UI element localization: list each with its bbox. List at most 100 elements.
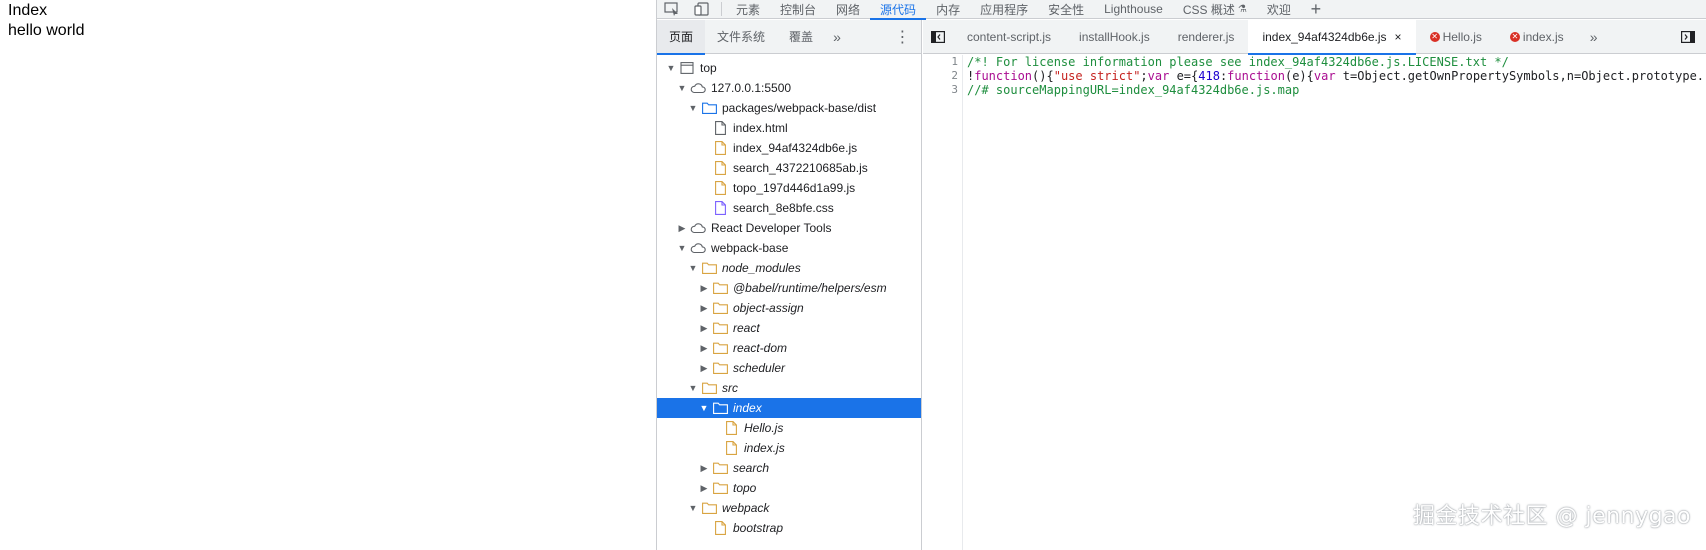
tree-item[interactable]: ▼ packages/webpack-base/dist <box>657 98 921 118</box>
main-tab[interactable]: 应用程序 <box>970 0 1038 19</box>
main-tab[interactable]: 网络 <box>826 0 870 19</box>
code-lines[interactable]: /*! For license information please see i… <box>967 55 1706 550</box>
more-editor-tabs-chevron-icon[interactable]: » <box>1582 20 1606 54</box>
navigator-tab[interactable]: 页面 <box>657 19 706 55</box>
main-tab[interactable]: 欢迎 <box>1257 0 1301 19</box>
experimental-flask-icon: ⚗ <box>1237 3 1247 15</box>
watermark-text: 掘金技术社区 @ jennygao <box>1413 504 1691 529</box>
line-number[interactable]: 3 <box>923 83 962 97</box>
expand-arrow-right-icon[interactable]: ▶ <box>676 222 688 234</box>
code-token: "use strict" <box>1053 69 1141 83</box>
tree-item[interactable]: ▼ src <box>657 378 921 398</box>
expand-arrow-right-icon[interactable]: ▶ <box>698 462 710 474</box>
tree-item[interactable]: ▶bootstrap <box>657 518 921 538</box>
expand-arrow-down-icon[interactable]: ▼ <box>676 242 688 254</box>
tree-item[interactable]: ▶index.js <box>657 438 921 458</box>
code-token: //# sourceMappingURL=index_94af4324db6e.… <box>967 83 1300 97</box>
code-line[interactable]: //# sourceMappingURL=index_94af4324db6e.… <box>967 83 1706 97</box>
expand-arrow-right-icon[interactable]: ▶ <box>698 302 710 314</box>
page-heading: Index <box>8 2 48 19</box>
expand-arrow-down-icon[interactable]: ▼ <box>687 262 699 274</box>
tree-item-label: index <box>733 401 762 415</box>
tree-item-label: index_94af4324db6e.js <box>733 141 858 155</box>
main-tab[interactable]: 内存 <box>926 0 970 19</box>
tree-item[interactable]: ▶topo_197d446d1a99.js <box>657 178 921 198</box>
main-tab[interactable]: 源代码 <box>870 0 927 20</box>
tree-item[interactable]: ▶index.html <box>657 118 921 138</box>
main-tab-label: Lighthouse <box>1104 2 1163 16</box>
line-number[interactable]: 1 <box>923 55 962 69</box>
inspect-element-icon[interactable] <box>657 0 687 19</box>
page-text: hello world <box>8 22 85 39</box>
code-token: t=Object.getOwnPropertySymbols,n=Object.… <box>1335 69 1705 83</box>
expand-arrow-down-icon[interactable]: ▼ <box>687 382 699 394</box>
tree-item[interactable]: ▶ react <box>657 318 921 338</box>
tree-item-label: topo_197d446d1a99.js <box>733 181 856 195</box>
editor-tab[interactable]: ✕ index.js <box>1496 20 1578 54</box>
main-tab[interactable]: CSS 概述 ⚗ <box>1173 0 1257 19</box>
main-tab[interactable]: Lighthouse <box>1094 0 1173 19</box>
tree-item[interactable]: ▶search_4372210685ab.js <box>657 158 921 178</box>
editor-tab[interactable]: index_94af4324db6e.js × <box>1248 19 1416 55</box>
navigator-menu-icon[interactable]: ⋮ <box>891 20 915 54</box>
tree-item[interactable]: ▼ webpack-base <box>657 238 921 258</box>
code-line[interactable]: !function(){"use strict";var e={418:func… <box>967 69 1706 83</box>
editor-tab[interactable]: ✕ Hello.js <box>1416 20 1496 54</box>
expand-arrow-right-icon[interactable]: ▶ <box>698 482 710 494</box>
file-js-icon <box>723 421 739 435</box>
editor-tab[interactable]: renderer.js <box>1164 20 1249 54</box>
more-tabs-chevron-icon[interactable]: » <box>825 20 849 54</box>
tree-item[interactable]: ▶index_94af4324db6e.js <box>657 138 921 158</box>
toggle-debugger-icon[interactable] <box>1675 20 1701 54</box>
tree-item[interactable]: ▶ topo <box>657 478 921 498</box>
file-tree: ▼ top ▼ 127.0.0.1:5500 ▼ packages/webpack-bas… <box>657 54 921 538</box>
expand-arrow-down-icon[interactable]: ▼ <box>665 62 677 74</box>
editor-tab[interactable]: installHook.js <box>1065 20 1164 54</box>
main-tab[interactable]: 安全性 <box>1038 0 1094 19</box>
tree-item[interactable]: ▶ react-dom <box>657 338 921 358</box>
more-tools-plus-icon[interactable]: + <box>1301 0 1331 19</box>
navigator-tabs: 页面 文件系统 覆盖 » ⋮ <box>657 19 921 55</box>
tree-item[interactable]: ▼ node_modules <box>657 258 921 278</box>
tree-item[interactable]: ▼ top <box>657 58 921 78</box>
devtools-main-toolbar: 元素 控制台 网络 源代码 内存 应用程序 安全性 Lighthouse CSS 概述 ⚗ 欢迎 + <box>657 0 1706 20</box>
device-toolbar-icon[interactable] <box>687 0 717 19</box>
editor-tab-label: renderer.js <box>1177 29 1235 44</box>
tree-item[interactable]: ▶Hello.js <box>657 418 921 438</box>
tree-item[interactable]: ▼ index <box>657 398 921 418</box>
navigator-tab[interactable]: 文件系统 <box>705 20 777 54</box>
main-tab[interactable]: 元素 <box>726 0 770 19</box>
main-tab-label: 网络 <box>836 2 861 17</box>
editor-tab[interactable]: content-script.js <box>953 20 1065 54</box>
tree-item[interactable]: ▼ 127.0.0.1:5500 <box>657 78 921 98</box>
tree-item[interactable]: ▶ React Developer Tools <box>657 218 921 238</box>
expand-arrow-right-icon[interactable]: ▶ <box>698 322 710 334</box>
code-area[interactable]: 123 /*! For license information please s… <box>923 55 1706 550</box>
expand-arrow-right-icon[interactable]: ▶ <box>698 362 710 374</box>
tree-item[interactable]: ▶ scheduler <box>657 358 921 378</box>
tree-item[interactable]: ▶ @babel/runtime/helpers/esm <box>657 278 921 298</box>
main-tab-label: CSS 概述 <box>1182 2 1235 17</box>
code-token: var <box>1313 69 1336 83</box>
code-token: (){ <box>1032 69 1054 83</box>
line-number[interactable]: 2 <box>923 69 962 83</box>
tree-item[interactable]: ▶ search <box>657 458 921 478</box>
expand-arrow-down-icon[interactable]: ▼ <box>698 402 710 414</box>
expand-arrow-right-icon[interactable]: ▶ <box>698 342 710 354</box>
tree-item[interactable]: ▼ webpack <box>657 498 921 518</box>
expand-arrow-right-icon[interactable]: ▶ <box>698 282 710 294</box>
expand-arrow-down-icon[interactable]: ▼ <box>687 102 699 114</box>
tree-item[interactable]: ▶ object-assign <box>657 298 921 318</box>
close-tab-icon[interactable]: × <box>1395 30 1402 44</box>
main-tab[interactable]: 控制台 <box>770 0 826 19</box>
expand-arrow-down-icon[interactable]: ▼ <box>687 502 699 514</box>
code-token: function <box>1227 69 1285 83</box>
navigator-tab[interactable]: 覆盖 <box>777 20 825 54</box>
error-icon: ✕ <box>1429 31 1440 42</box>
frame-icon <box>679 61 695 75</box>
file-js-icon <box>712 181 728 195</box>
toggle-navigator-icon[interactable] <box>923 20 953 54</box>
expand-arrow-down-icon[interactable]: ▼ <box>676 82 688 94</box>
tree-item[interactable]: ▶search_8e8bfe.css <box>657 198 921 218</box>
code-line[interactable]: /*! For license information please see i… <box>967 55 1706 69</box>
